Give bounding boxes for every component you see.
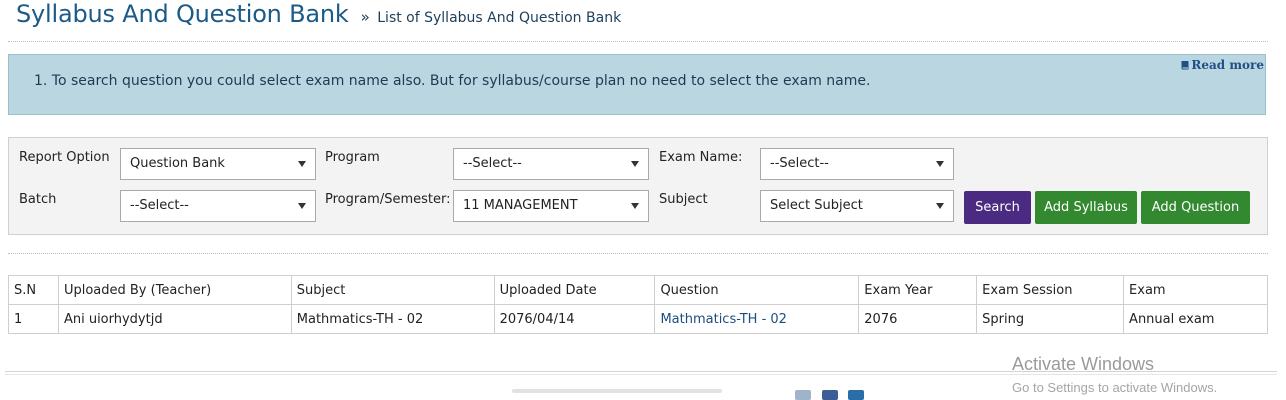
cell-uploaded-by: Ani uiorhydytjd: [57, 304, 292, 334]
activate-windows-title: Activate Windows: [1012, 354, 1155, 374]
chevron-down-icon: [936, 203, 944, 209]
breadcrumb-separator: »: [360, 8, 370, 26]
cell-exam: Annual exam: [1123, 304, 1268, 334]
cell-subject: Mathmatics-TH - 02: [290, 304, 495, 334]
facebook-icon[interactable]: [822, 390, 838, 400]
exam-name-value: --Select--: [770, 156, 829, 171]
program-semester-label: Program/Semester:: [325, 192, 451, 207]
page-title: Syllabus And Question Bank: [16, 0, 349, 28]
header-divider: [8, 41, 1268, 42]
subject-value: Select Subject: [770, 198, 863, 213]
program-select[interactable]: --Select--: [453, 148, 649, 180]
read-more-link[interactable]: Read more: [1180, 58, 1264, 72]
filter-divider: [8, 253, 1268, 254]
report-option-select[interactable]: Question Bank: [120, 148, 316, 180]
cell-exam-year: 2076: [858, 304, 978, 334]
batch-select[interactable]: --Select--: [120, 190, 316, 222]
program-value: --Select--: [463, 156, 522, 171]
report-option-value: Question Bank: [130, 156, 225, 171]
book-icon: [1181, 60, 1189, 69]
search-button[interactable]: Search: [964, 191, 1031, 224]
cell-question: Mathmatics-TH - 02: [654, 304, 860, 334]
add-syllabus-button[interactable]: Add Syllabus: [1035, 191, 1137, 224]
batch-label: Batch: [19, 192, 57, 207]
info-alert: 1. To search question you could select e…: [8, 54, 1266, 115]
column-header-question: Question: [654, 275, 860, 305]
column-header-exam: Exam: [1123, 275, 1268, 305]
chevron-down-icon: [936, 161, 944, 167]
chevron-down-icon: [631, 203, 639, 209]
footer-text-fragment: [512, 389, 722, 393]
subject-select[interactable]: Select Subject: [760, 190, 954, 222]
cell-exam-session: Spring: [976, 304, 1125, 334]
cell-uploaded-date: 2076/04/14: [493, 304, 656, 334]
breadcrumb-current: List of Syllabus And Question Bank: [377, 10, 622, 26]
chevron-down-icon: [298, 203, 306, 209]
column-header-exam-year: Exam Year: [858, 275, 978, 305]
column-header-exam-session: Exam Session: [976, 275, 1125, 305]
syllabus-table: S.N Uploaded By (Teacher) Subject Upload…: [8, 275, 1268, 334]
filter-panel: Report Option Question Bank Program --Se…: [8, 137, 1268, 235]
question-link[interactable]: Mathmatics-TH - 02: [660, 312, 787, 327]
linkedin-icon[interactable]: [848, 390, 864, 400]
twitter-icon[interactable]: [795, 390, 811, 400]
column-header-uploaded-by: Uploaded By (Teacher): [57, 275, 292, 305]
chevron-down-icon: [631, 161, 639, 167]
breadcrumb: » List of Syllabus And Question Bank: [361, 8, 622, 26]
chevron-down-icon: [298, 161, 306, 167]
program-label: Program: [325, 150, 380, 165]
cell-sn: 1: [8, 304, 59, 334]
activate-windows-subtitle: Go to Settings to activate Windows.: [1012, 380, 1218, 395]
program-semester-value: 11 MANAGEMENT: [463, 198, 578, 213]
subject-label: Subject: [659, 192, 708, 207]
page-header: Syllabus And Question Bank » List of Syl…: [16, 0, 621, 34]
add-question-button[interactable]: Add Question: [1141, 191, 1250, 224]
column-header-uploaded-date: Uploaded Date: [493, 275, 656, 305]
column-header-subject: Subject: [290, 275, 495, 305]
column-header-sn: S.N: [8, 275, 59, 305]
report-option-label: Report Option: [19, 150, 110, 165]
table-row: 1 Ani uiorhydytjd Mathmatics-TH - 02 207…: [8, 304, 1268, 334]
exam-name-select[interactable]: --Select--: [760, 148, 954, 180]
exam-name-label: Exam Name:: [659, 150, 743, 165]
table-header-row: S.N Uploaded By (Teacher) Subject Upload…: [8, 275, 1268, 305]
info-text: 1. To search question you could select e…: [34, 73, 871, 89]
program-semester-select[interactable]: 11 MANAGEMENT: [453, 190, 649, 222]
batch-value: --Select--: [130, 198, 189, 213]
read-more-label: Read more: [1191, 58, 1264, 72]
